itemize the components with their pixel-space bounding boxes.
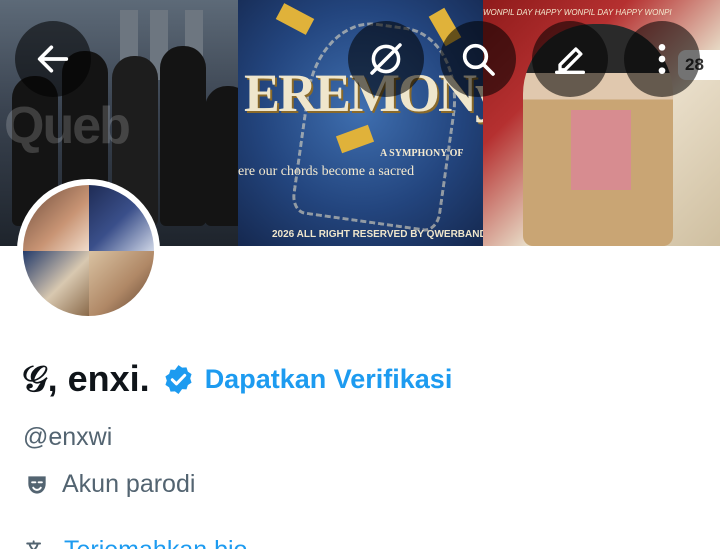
more-button[interactable] xyxy=(624,21,700,97)
search-icon xyxy=(462,43,495,76)
display-name: 𝒢, enxi. xyxy=(22,358,150,399)
edit-button[interactable] xyxy=(532,21,608,97)
profile-name-row: 𝒢, enxi. Dapatkan Verifikasi xyxy=(22,358,452,401)
banner-poster-copyright: 2026 ALL RIGHT RESERVED BY QWERBAND_RP xyxy=(272,229,483,240)
profile-handle: @enxwi xyxy=(23,423,113,451)
banner-figure xyxy=(205,86,238,226)
banner-person-shirt xyxy=(571,110,631,190)
avatar[interactable] xyxy=(17,179,160,322)
banner-confetti xyxy=(275,3,315,35)
translate-bio-row[interactable]: Terjemahkan bio xyxy=(24,536,247,549)
parody-label-row: Akun parodi xyxy=(24,470,195,499)
translate-bio-link[interactable]: Terjemahkan bio xyxy=(64,536,247,549)
get-verified-link[interactable]: Dapatkan Verifikasi xyxy=(205,364,453,395)
theater-mask-icon xyxy=(28,475,46,494)
search-button[interactable] xyxy=(440,21,516,97)
pencil-icon xyxy=(555,47,585,75)
verified-badge-icon[interactable] xyxy=(162,363,195,396)
avatar-image xyxy=(23,185,154,316)
arrow-left-icon xyxy=(37,45,69,73)
grok-button[interactable] xyxy=(348,21,424,97)
banner-watermark: Queb xyxy=(4,97,131,155)
parody-label: Akun parodi xyxy=(62,470,196,498)
banner-poster-line: ere our chords become a sacred xyxy=(238,164,415,179)
more-vertical-icon xyxy=(658,44,666,74)
avatar-collage-tile xyxy=(23,250,89,316)
banner-figure xyxy=(160,46,206,226)
translate-icon xyxy=(26,539,42,549)
grok-icon xyxy=(370,43,402,75)
banner-poster-subtitle: A SYMPHONY OF xyxy=(380,148,464,159)
avatar-collage-tile xyxy=(88,250,154,316)
banner-portrait-caption: WONPIL DAY HAPPY WONPIL DAY HAPPY WONPI xyxy=(483,8,672,17)
back-button[interactable] xyxy=(15,21,91,97)
